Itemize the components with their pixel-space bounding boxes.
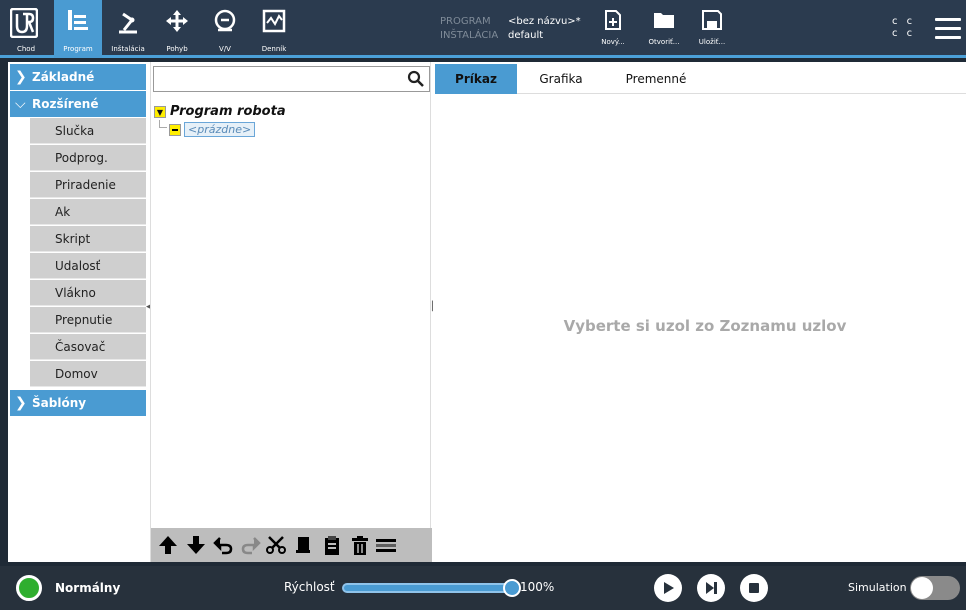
step-icon: [706, 582, 717, 594]
chevron-right-icon: ❯: [15, 69, 27, 85]
play-icon: [664, 582, 674, 594]
nav-run[interactable]: Chod: [2, 0, 50, 58]
speed-label: Rýchlosť: [284, 580, 335, 594]
robot-status: Normálny: [55, 581, 121, 595]
open-label: Otvoriť...: [648, 38, 680, 46]
nav-log[interactable]: Denník: [250, 0, 298, 58]
bottom-bar: Normálny Rýchlosť 100% Simulation: [0, 566, 966, 610]
chevron-down-icon: ⌵: [15, 96, 26, 112]
open-button[interactable]: Otvoriť...: [642, 10, 686, 46]
sidebar-item-home[interactable]: Domov: [30, 361, 146, 387]
node-minus-icon: [169, 124, 181, 136]
save-disk-icon: [702, 10, 722, 30]
nav-installation[interactable]: Inštalácia: [104, 0, 152, 58]
save-button[interactable]: Uložiť...: [690, 10, 734, 46]
tree-root-node[interactable]: ▼ Program robota: [154, 104, 286, 119]
category-basic-label: Základné: [32, 70, 95, 84]
tab-variables[interactable]: Premenné: [611, 64, 701, 94]
stop-icon: [749, 583, 759, 593]
speed-slider[interactable]: [342, 583, 514, 593]
program-info: PROGRAM <bez názvu>* INŠTALÁCIA default: [440, 15, 581, 43]
sidebar-item-timer[interactable]: Časovač: [30, 334, 146, 360]
sidebar-item-script[interactable]: Skript: [30, 226, 146, 252]
save-label: Uložiť...: [698, 38, 726, 46]
search-icon[interactable]: [407, 70, 425, 88]
play-button[interactable]: [654, 574, 682, 602]
tab-bar: Príkaz Grafika Premenné: [435, 64, 966, 94]
connection-indicator: c c c c: [892, 16, 915, 40]
nav-move[interactable]: Pohyb: [153, 0, 201, 58]
new-file-icon: [605, 10, 621, 30]
program-name: <bez názvu>*: [508, 16, 581, 27]
top-bar: Chod Program Inštalácia Pohyb V/V Denník…: [0, 0, 966, 58]
tab-graphics[interactable]: Grafika: [521, 64, 601, 94]
category-templates[interactable]: ❯ Šablóny: [10, 390, 146, 416]
search-input[interactable]: [153, 66, 430, 92]
move-down-icon[interactable]: [185, 534, 207, 556]
robot-arm-icon: [119, 12, 137, 34]
speed-slider-knob[interactable]: [503, 579, 521, 597]
node-sidebar: ❯ Základné ⌵ Rozšírené Slučka Podprog. P…: [8, 62, 148, 562]
redo-icon[interactable]: [239, 534, 261, 556]
suppress-icon[interactable]: [375, 534, 397, 556]
chevron-right-icon: ❯: [15, 395, 27, 411]
io-plug-icon: [214, 9, 236, 32]
program-tree-panel: ▼ Program robota <prázdne>: [150, 62, 432, 562]
nav-io[interactable]: V/V: [201, 0, 249, 58]
nav-run-label: Chod: [16, 45, 36, 53]
connection-bottom: c c: [892, 28, 916, 39]
command-panel: Príkaz Grafika Premenné Vyberte si uzol …: [435, 62, 966, 562]
tree-root-label: Program robota: [170, 104, 286, 119]
sidebar-item-loop[interactable]: Slučka: [30, 118, 146, 144]
folder-icon: [654, 13, 674, 28]
installation-key: INŠTALÁCIA: [440, 30, 499, 41]
sidebar-item-subprogram[interactable]: Podprog.: [30, 145, 146, 171]
speed-value: 100%: [520, 580, 555, 594]
tab-command[interactable]: Príkaz: [435, 64, 517, 94]
nav-program[interactable]: Program: [54, 0, 102, 58]
sidebar-item-if[interactable]: Ak: [30, 199, 146, 225]
simulation-toggle-knob: [911, 577, 933, 599]
connection-top: c c: [892, 16, 916, 27]
hamburger-menu-icon[interactable]: [935, 18, 961, 45]
collapse-triangle-icon[interactable]: ▼: [154, 105, 166, 118]
category-templates-label: Šablóny: [32, 396, 87, 410]
simulation-toggle[interactable]: [910, 576, 960, 600]
tree-connector: [159, 120, 167, 128]
new-label: Nový...: [601, 38, 625, 46]
copy-icon[interactable]: [293, 534, 315, 556]
delete-icon[interactable]: [349, 534, 371, 556]
nav-program-label: Program: [63, 45, 93, 53]
empty-node-label: <prázdne>: [184, 122, 256, 137]
category-basic[interactable]: ❯ Základné: [10, 64, 146, 90]
stop-button[interactable]: [740, 574, 768, 602]
simulation-label: Simulation: [848, 581, 907, 594]
tree-toolbar: [151, 528, 432, 562]
nav-log-label: Denník: [261, 45, 287, 53]
new-button[interactable]: Nový...: [591, 10, 635, 46]
nav-io-label: V/V: [219, 45, 231, 53]
category-advanced[interactable]: ⌵ Rozšírené: [10, 91, 146, 117]
cut-icon[interactable]: [265, 534, 287, 556]
sidebar-item-switch[interactable]: Prepnutie: [30, 307, 146, 333]
move-up-icon[interactable]: [157, 534, 179, 556]
paste-icon[interactable]: [321, 534, 343, 556]
sidebar-item-event[interactable]: Udalosť: [30, 253, 146, 279]
log-chart-icon: [262, 9, 286, 33]
nav-move-label: Pohyb: [166, 45, 188, 53]
status-indicator-icon[interactable]: [16, 575, 42, 601]
program-tree-icon: [68, 10, 88, 30]
installation-name: default: [508, 30, 544, 41]
nav-installation-label: Inštalácia: [111, 45, 145, 53]
sidebar-item-assignment[interactable]: Priradenie: [30, 172, 146, 198]
tree-child-node[interactable]: <prázdne>: [169, 122, 256, 137]
main-area: ❯ Základné ⌵ Rozšírené Slučka Podprog. P…: [8, 62, 966, 562]
move-arrows-icon: [166, 10, 188, 32]
program-key: PROGRAM: [440, 16, 491, 27]
undo-icon[interactable]: [213, 534, 235, 556]
step-button[interactable]: [697, 574, 725, 602]
sidebar-item-thread[interactable]: Vlákno: [30, 280, 146, 306]
empty-selection-hint: Vyberte si uzol zo Zoznamu uzlov: [563, 317, 847, 335]
category-advanced-label: Rozšírené: [32, 97, 99, 111]
